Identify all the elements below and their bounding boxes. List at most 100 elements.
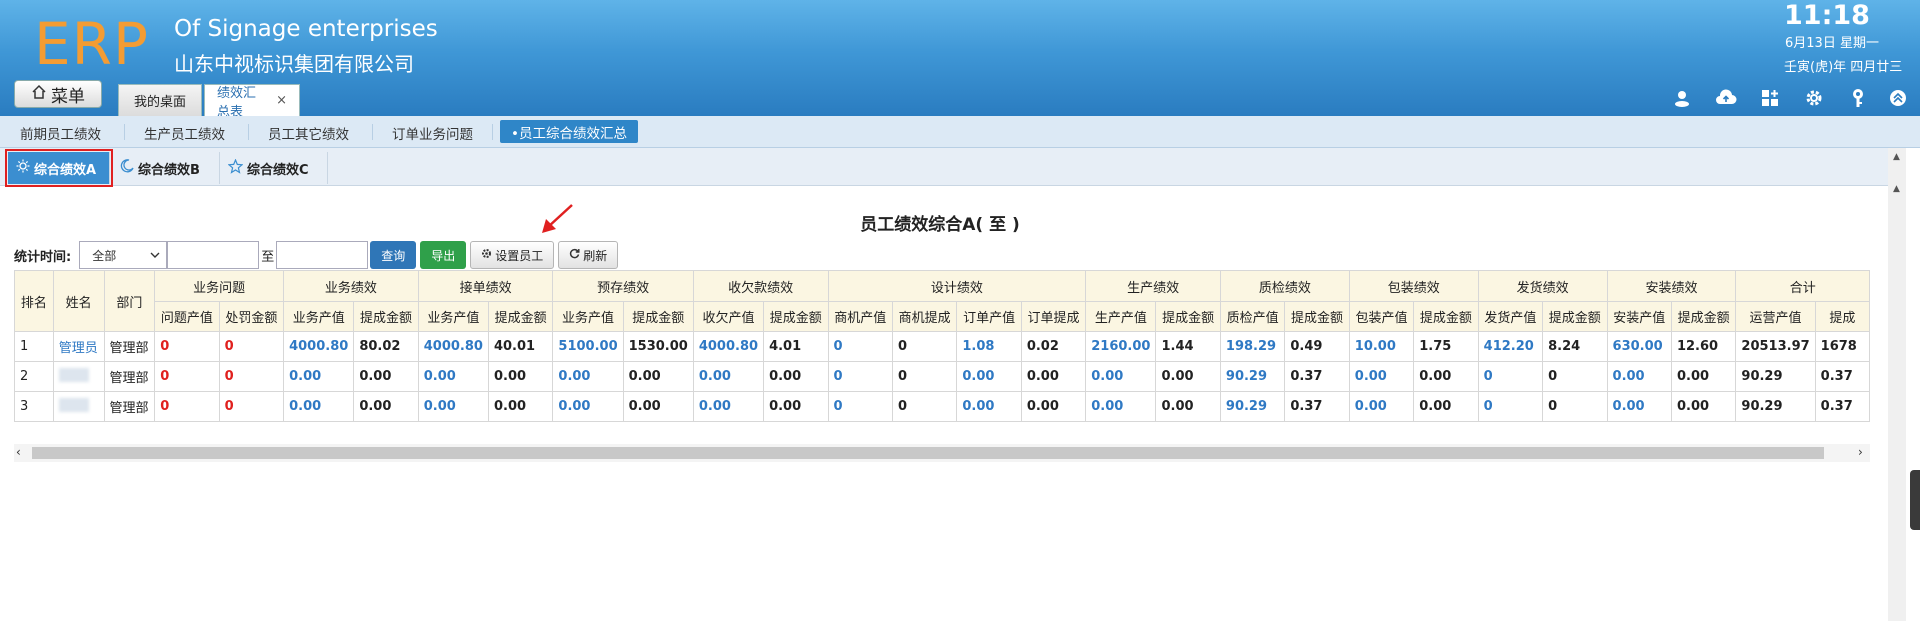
value-cell[interactable]: 0.00: [1606, 361, 1672, 392]
value-cell[interactable]: 0.00: [283, 361, 355, 392]
column-header: 收欠产值: [692, 301, 765, 332]
value-cell: 4.01: [763, 331, 829, 362]
report-title: 员工绩效综合A( 至 ): [860, 215, 1020, 235]
subnav-item-order-issues[interactable]: 订单业务问题: [392, 123, 473, 143]
table-group-header-row: 排名 姓名 部门 业务问题 业务绩效 接单绩效 预存绩效 收欠款绩效 设计绩效 生产绩效 质检绩效包…: [14, 270, 1870, 332]
value-cell[interactable]: 0.00: [417, 391, 489, 422]
close-icon[interactable]: ×: [276, 93, 287, 108]
column-header: 提成金额: [763, 301, 829, 332]
clock-date: 6月13日 星期一: [1785, 36, 1879, 51]
horizontal-scrollbar[interactable]: ‹ ›: [14, 444, 1870, 462]
value-cell[interactable]: 0.00: [1085, 391, 1157, 422]
value-cell[interactable]: 5100.00: [552, 331, 624, 362]
value-cell[interactable]: 198.29: [1219, 331, 1286, 362]
tab-label: 我的桌面: [133, 95, 186, 110]
value-cell[interactable]: 4000.80: [692, 331, 765, 362]
period-select[interactable]: 全部: [79, 241, 168, 269]
refresh-button[interactable]: 刷新: [558, 241, 619, 269]
key-icon[interactable]: [1847, 87, 1869, 109]
value-cell[interactable]: 0: [827, 331, 893, 362]
subnav-item-previous-performance[interactable]: 前期员工绩效: [20, 123, 101, 143]
column-header: 提成金额: [622, 301, 694, 332]
column-group-header: 设计绩效: [827, 270, 1087, 302]
tab-comprehensive-b[interactable]: 综合绩效B: [112, 152, 220, 184]
export-button[interactable]: 导出: [420, 241, 467, 269]
value-cell[interactable]: 2160.00: [1085, 331, 1157, 362]
subnav-divider: [492, 124, 493, 140]
value-cell[interactable]: 0: [1477, 361, 1544, 392]
tab-my-desktop[interactable]: 我的桌面: [118, 84, 202, 116]
value-cell[interactable]: 90.29: [1219, 391, 1286, 422]
subnav-item-other-performance[interactable]: 员工其它绩效: [268, 123, 349, 143]
value-cell[interactable]: 412.20: [1477, 331, 1544, 362]
query-button[interactable]: 查询: [370, 241, 417, 269]
value-cell: 0.00: [1670, 391, 1737, 422]
value-cell[interactable]: 10.00: [1348, 331, 1415, 362]
chevron-down-icon: [150, 248, 160, 262]
table-row[interactable]: 2 管理部 0 0 0.00 0.00 0.00 0.00 0.00 0.00 0.00 0.00 0 0…: [14, 361, 1870, 392]
collapse-icon[interactable]: [1887, 87, 1909, 109]
column-header: 部门: [103, 270, 156, 332]
user-icon[interactable]: [1671, 87, 1693, 109]
value-cell[interactable]: 0.00: [956, 391, 1022, 422]
value-cell[interactable]: 0.00: [417, 361, 489, 392]
value-cell[interactable]: 90.29: [1219, 361, 1286, 392]
table-column-header-row: 问题产值 处罚金额 业务产值 提成金额 业务产值 提成金额 业务产值 提成金额 收欠产值 提成金额…: [15, 301, 1870, 332]
value-cell: 0.00: [1413, 391, 1479, 422]
menu-button[interactable]: 菜单: [14, 80, 102, 108]
value-cell: 0: [154, 361, 220, 392]
subnav-item-comprehensive-summary[interactable]: •员工综合绩效汇总: [500, 120, 638, 143]
tab-comprehensive-c[interactable]: 综合绩效C: [220, 152, 328, 184]
end-date-input[interactable]: [276, 241, 369, 269]
grid-add-icon[interactable]: [1759, 87, 1781, 109]
home-icon: [31, 84, 47, 105]
column-group-header: 安装绩效: [1606, 270, 1737, 302]
start-date-input[interactable]: [167, 241, 260, 269]
value-cell[interactable]: 0.00: [552, 391, 624, 422]
value-cell[interactable]: 0.00: [1348, 361, 1415, 392]
tab-comprehensive-a[interactable]: 综合绩效A: [5, 149, 113, 187]
tab-label: 综合绩效C: [247, 162, 309, 178]
set-staff-button[interactable]: 设置员工: [470, 241, 555, 269]
column-header: 提成金额: [1284, 301, 1350, 332]
value-cell[interactable]: 0.00: [1606, 391, 1672, 422]
scroll-up-arrow-icon[interactable]: ▲: [1893, 184, 1900, 194]
column-header: 提成金额: [1670, 301, 1737, 332]
report-tabs: 综合绩效A 综合绩效B 综合绩效C: [0, 148, 1890, 187]
value-cell[interactable]: 0.00: [552, 361, 624, 392]
value-cell[interactable]: 0: [827, 391, 893, 422]
value-cell[interactable]: 0.00: [692, 391, 765, 422]
vertical-scrollbar[interactable]: ▲ ▲: [1888, 148, 1906, 621]
scroll-up-arrow-icon[interactable]: ▲: [1893, 152, 1900, 162]
table-row[interactable]: 3 管理部 0 0 0.00 0.00 0.00 0.00 0.00 0.00 0.00 0.00 0 0…: [14, 391, 1870, 422]
value-cell[interactable]: 0.00: [1085, 361, 1157, 392]
value-cell[interactable]: 0.00: [283, 391, 355, 422]
value-cell[interactable]: 0.00: [692, 361, 765, 392]
value-cell[interactable]: 4000.80: [417, 331, 489, 362]
value-cell: 0.00: [1155, 391, 1221, 422]
scroll-left-arrow-icon[interactable]: ‹: [16, 445, 21, 459]
scroll-right-arrow-icon[interactable]: ›: [1858, 445, 1863, 459]
column-header: 包装产值: [1348, 301, 1415, 332]
value-cell[interactable]: 630.00: [1606, 331, 1672, 362]
subnav-item-production-performance[interactable]: 生产员工绩效: [144, 123, 225, 143]
table-row[interactable]: 1 管理员 管理部 0 0 4000.80 80.02 4000.80 40.01 5100.00…: [14, 331, 1870, 362]
export-button-label: 导出: [431, 248, 456, 263]
value-cell[interactable]: 0.00: [1348, 391, 1415, 422]
horizontal-scrollbar-thumb[interactable]: [32, 447, 1824, 459]
cloud-upload-icon[interactable]: [1715, 87, 1737, 109]
value-cell: 0.37: [1814, 361, 1870, 392]
value-cell[interactable]: 0: [1477, 391, 1544, 422]
value-cell[interactable]: 0.00: [956, 361, 1022, 392]
lunar-date: 壬寅(虎)年 四月廿三: [1784, 60, 1903, 75]
value-cell[interactable]: 1.08: [956, 331, 1022, 362]
side-panel-handle[interactable]: [1910, 470, 1920, 530]
table-body: 1 管理员 管理部 0 0 4000.80 80.02 4000.80 40.01 5100.00…: [14, 331, 1870, 422]
clock-time: 11:18: [1784, 0, 1870, 31]
employee-name-link[interactable]: 管理员: [52, 331, 105, 362]
gear-icon[interactable]: [1803, 87, 1825, 109]
value-cell[interactable]: 4000.80: [283, 331, 355, 362]
redacted-name-blur: [58, 367, 89, 382]
tab-performance-summary[interactable]: 绩效汇总表 ×: [204, 84, 300, 120]
value-cell[interactable]: 0: [827, 361, 893, 392]
